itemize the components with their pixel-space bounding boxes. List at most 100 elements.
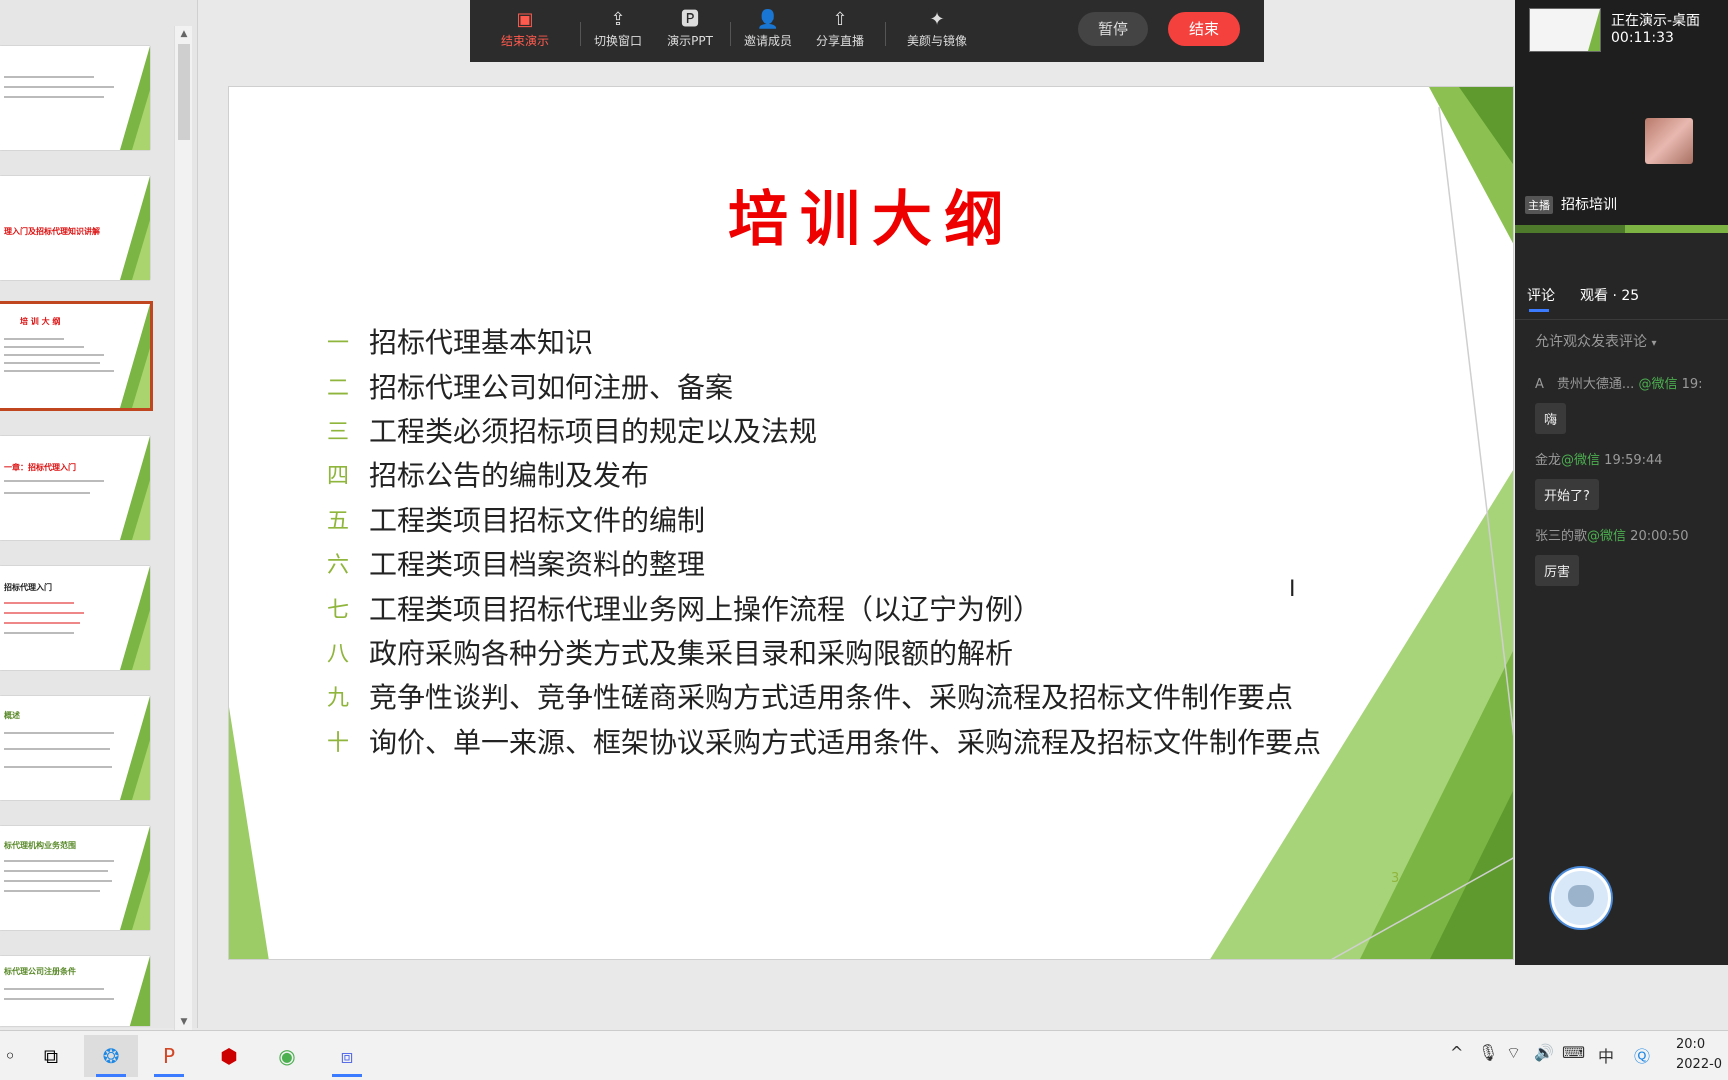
- sparkle-icon: ✦: [929, 9, 945, 30]
- outline-item: 一招标代理基本知识: [327, 319, 1321, 363]
- powerpoint-icon[interactable]: P: [142, 1035, 196, 1077]
- message-time: 19:: [1681, 377, 1703, 392]
- clock-time: 20:0: [1676, 1037, 1706, 1052]
- chat-divider: [1515, 319, 1728, 320]
- slide-page-number: 3: [1391, 871, 1400, 886]
- outline-text: 招标代理基本知识: [369, 326, 594, 360]
- tab-viewers[interactable]: 观看 · 25: [1580, 285, 1639, 305]
- outline-number: 五: [327, 508, 350, 534]
- search-icon[interactable]: ◦: [0, 1035, 20, 1077]
- room-name: 招标培训: [1561, 197, 1617, 213]
- task-view-icon[interactable]: ⧉: [24, 1035, 78, 1077]
- tab-comments[interactable]: 评论: [1527, 285, 1555, 312]
- live-app-icon[interactable]: ❂: [84, 1035, 138, 1077]
- message-bubble: 开始了?: [1535, 479, 1599, 510]
- outline-item: 十询价、单一来源、框架协议采购方式适用条件、采购流程及招标文件制作要点: [327, 719, 1321, 763]
- outline-text: 竞争性谈判、竞争性磋商采购方式适用条件、采购流程及招标文件制作要点: [369, 681, 1294, 715]
- end-presentation-button[interactable]: ▣ 结束演示: [485, 8, 565, 56]
- scroll-up-arrow-icon[interactable]: ▲: [178, 28, 190, 40]
- outline-number: 八: [327, 641, 350, 667]
- message-time: 19:59:44: [1604, 453, 1663, 468]
- beauty-mirror-label: 美颜与镜像: [906, 34, 967, 48]
- outline-item: 九竞争性谈判、竞争性磋商采购方式适用条件、采购流程及招标文件制作要点: [327, 674, 1321, 718]
- outline-item: 三工程类必须招标项目的规定以及法规: [327, 408, 1321, 452]
- outline-item: 四招标公告的编制及发布: [327, 452, 1321, 496]
- thumbnail-title: 标代理公司注册条件: [4, 967, 76, 976]
- outline-text: 工程类项目招标文件的编制: [369, 503, 706, 537]
- outline-number: 二: [327, 375, 350, 401]
- outline-number: 三: [327, 419, 350, 445]
- thumbnail-scrollbar[interactable]: ▲ ▼: [174, 26, 192, 1030]
- outline-number: 九: [327, 686, 350, 712]
- tray-expand-icon[interactable]: ^: [1450, 1043, 1463, 1062]
- share-live-button[interactable]: ⇧ 分享直播: [800, 8, 880, 56]
- outline-number: 一: [327, 331, 350, 357]
- qq-tray-icon[interactable]: Ⓠ: [1634, 1043, 1650, 1067]
- slide-thumbnail[interactable]: [0, 46, 150, 150]
- ppt-file-icon: 🅿: [681, 9, 699, 30]
- volume-icon[interactable]: 🔊: [1534, 1043, 1554, 1062]
- comment-panel: 评论 观看 · 25 允许观众发表评论 ▾ A 贵州大德通... @微信 19:…: [1515, 233, 1728, 965]
- comment-permission-label: 允许观众发表评论: [1535, 334, 1647, 350]
- upload-screen-icon: ⇪: [610, 9, 626, 30]
- slide-thumbnail-selected[interactable]: 培 训 大 纲: [0, 301, 153, 411]
- slide-thumbnail[interactable]: 标代理公司注册条件: [0, 956, 150, 1026]
- invite-members-label: 邀请成员: [743, 34, 792, 48]
- add-user-icon: 👤: [756, 9, 780, 30]
- presenting-status: 正在演示-桌面: [1611, 13, 1701, 29]
- presentation-timer: 00:11:33: [1611, 30, 1674, 46]
- slide-thumbnail[interactable]: 标代理机构业务范围: [0, 826, 150, 930]
- comment-permission-dropdown[interactable]: 允许观众发表评论 ▾: [1535, 331, 1656, 351]
- slide-thumbnail[interactable]: 概述: [0, 696, 150, 800]
- ime-indicator[interactable]: 中: [1598, 1043, 1614, 1067]
- host-avatar: [1645, 118, 1693, 164]
- message-source: @微信: [1638, 377, 1678, 392]
- invite-members-button[interactable]: 👤 邀请成员: [728, 8, 808, 56]
- wifi-icon[interactable]: ⌔: [1506, 1043, 1521, 1063]
- scroll-down-arrow-icon[interactable]: ▼: [178, 1016, 190, 1028]
- outline-text: 工程类项目档案资料的整理: [369, 548, 706, 582]
- outline-item: 八政府采购各种分类方式及集采目录和采购限额的解析: [327, 630, 1321, 674]
- outline-item: 六工程类项目档案资料的整理: [327, 541, 1321, 585]
- chrome-icon[interactable]: ◉: [260, 1035, 314, 1077]
- thumbnail-title: 概述: [4, 711, 20, 720]
- screen-preview-thumbnail[interactable]: [1529, 8, 1601, 52]
- outline-list: 一招标代理基本知识 二招标代理公司如何注册、备案 三工程类必须招标项目的规定以及…: [327, 319, 1321, 763]
- outline-text: 招标代理公司如何注册、备案: [369, 370, 734, 404]
- slide-canvas: 培训大纲 一招标代理基本知识 二招标代理公司如何注册、备案 三工程类必须招标项目…: [228, 86, 1514, 960]
- beauty-mirror-button[interactable]: ✦ 美颜与镜像: [892, 8, 982, 56]
- present-ppt-button[interactable]: 🅿 演示PPT: [650, 8, 730, 56]
- pause-button[interactable]: 暂停: [1078, 12, 1148, 46]
- end-button[interactable]: 结束: [1168, 12, 1240, 46]
- chevron-down-icon: ▾: [1651, 338, 1657, 349]
- meeting-app-icon[interactable]: ⧈: [320, 1035, 374, 1077]
- switch-window-button[interactable]: ⇪ 切换窗口: [578, 8, 658, 56]
- scrollbar-thumb[interactable]: [178, 44, 190, 140]
- message-user: 张三的歌: [1535, 529, 1588, 544]
- outline-text: 工程类项目招标代理业务网上操作流程（以辽宁为例）: [369, 592, 1042, 626]
- slide-thumbnail-pane: 理入门及招标代理知识讲解 培 训 大 纲 一章：招标代理入门 招标代理入门 概述…: [0, 0, 198, 1030]
- share-icon: ⇧: [832, 9, 848, 30]
- slide-title: 培训大纲: [728, 185, 1016, 255]
- panel-divider: [1515, 225, 1728, 233]
- slide-thumbnail[interactable]: 理入门及招标代理知识讲解: [0, 176, 150, 280]
- message-source: @微信: [1587, 529, 1627, 544]
- thumbnail-title: 招标代理入门: [4, 583, 52, 592]
- outline-number: 六: [327, 553, 350, 579]
- outline-number: 四: [327, 464, 350, 490]
- thumbnail-title: 标代理机构业务范围: [4, 841, 76, 850]
- end-presentation-label: 结束演示: [500, 34, 549, 48]
- host-badge: 主播: [1525, 196, 1553, 214]
- message-header: 张三的歌@微信 20:00:50: [1535, 525, 1689, 544]
- outline-number: 十: [327, 730, 350, 756]
- outline-item: 七工程类项目招标代理业务网上操作流程（以辽宁为例）: [327, 585, 1321, 629]
- assistant-bot-icon[interactable]: [1551, 868, 1611, 928]
- keyboard-icon[interactable]: ⌨: [1562, 1043, 1585, 1062]
- slide-thumbnail[interactable]: 招标代理入门: [0, 566, 150, 670]
- switch-window-label: 切换窗口: [593, 34, 642, 48]
- microphone-icon[interactable]: 🎙: [1478, 1043, 1498, 1062]
- taskbar-clock[interactable]: 20:0 2022-0: [1676, 1035, 1722, 1075]
- pdf-reader-icon[interactable]: ⬢: [202, 1035, 256, 1077]
- thumbnail-title: 理入门及招标代理知识讲解: [4, 227, 100, 236]
- slide-thumbnail[interactable]: 一章：招标代理入门: [0, 436, 150, 540]
